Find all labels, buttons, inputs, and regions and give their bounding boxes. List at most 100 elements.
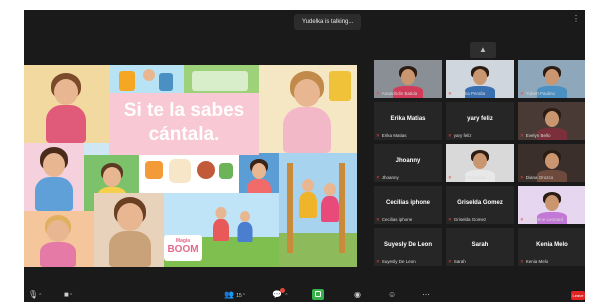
- participant-name-label: ✕ Anandridin Batida: [376, 91, 417, 97]
- participant-name-label: ✕ Yubert Paulino: [520, 91, 555, 97]
- participant-tile[interactable]: Suyesly De Leon ✕ Suyesly De Leon: [374, 228, 442, 266]
- participant-name-label: ✕ Jhoanny: [376, 175, 399, 181]
- muted-mic-icon: ✕: [376, 133, 380, 138]
- muted-mic-icon: ✕: [448, 91, 452, 96]
- participant-tile[interactable]: Sarah ✕ Sarah: [446, 228, 514, 266]
- participant-label-text: Cecilias iphone: [381, 217, 413, 222]
- muted-mic-icon: ✕: [448, 175, 452, 180]
- participant-display-name: Jhoanny: [395, 158, 421, 164]
- muted-mic-icon: ✕: [520, 175, 524, 180]
- collage-photo: [139, 155, 239, 193]
- mic-icon: 🎙: [28, 290, 39, 299]
- muted-mic-icon: ✕: [520, 259, 524, 264]
- chat-button[interactable]: 💬 ^: [272, 288, 288, 300]
- record-icon: ◉: [354, 290, 361, 299]
- participant-tile[interactable]: ✕ Evelyn Bello: [518, 102, 585, 140]
- participants-icon: 👥: [224, 290, 234, 299]
- collage-photo: [24, 211, 94, 267]
- muted-mic-icon: ✕: [520, 91, 524, 96]
- participant-label-text: Yudelka Peralta: [453, 91, 486, 96]
- collage-photo: [24, 65, 109, 143]
- zoom-meeting-window: Yudelka is talking... ⋮ Si te la sabes c…: [24, 10, 585, 302]
- video-button[interactable]: ■^: [64, 290, 72, 300]
- participant-tile[interactable]: Griselda Gomez ✕ Griselda Gomez: [446, 186, 514, 224]
- collage-photo: [24, 143, 84, 211]
- shared-screen: Si te la sabes cántala. Magia BOOM: [24, 65, 357, 267]
- reactions-button[interactable]: ☺: [388, 290, 396, 300]
- participant-label-text: Jhoanny: [381, 175, 399, 180]
- participant-tile[interactable]: ✕ Diana Orozco: [518, 144, 585, 182]
- participant-name-label: ✕ Diana Orozco: [520, 175, 553, 181]
- participant-tile[interactable]: Jhoanny ✕ Jhoanny: [374, 144, 442, 182]
- participant-label-text: Catherine Leonard: [525, 217, 564, 222]
- collage-photo: [94, 193, 164, 267]
- mic-button[interactable]: 🎙^: [28, 290, 42, 300]
- chevron-up-icon[interactable]: ^: [285, 293, 287, 299]
- magic-boom-logo: Magia BOOM: [164, 235, 202, 261]
- muted-mic-icon: ✕: [520, 133, 524, 138]
- muted-mic-icon: ✕: [376, 91, 380, 96]
- participant-name-label: ✕ Catherine Leonard: [520, 217, 563, 223]
- song-title-text: Si te la sabes cántala.: [123, 100, 245, 145]
- participant-tile[interactable]: ✕ Yudelka Peralta: [446, 60, 514, 98]
- video-camera-icon: ■: [64, 290, 69, 299]
- collage-photo: [259, 65, 357, 153]
- talking-indicator: Yudelka is talking...: [294, 14, 362, 30]
- participant-label-text: Griselda Gomez: [453, 217, 487, 222]
- participant-name-label: ✕ Yubeth Martinez: [448, 175, 486, 181]
- chevron-up-icon[interactable]: ^: [243, 293, 245, 299]
- participant-tile[interactable]: Cecilias iphone ✕ Cecilias iphone: [374, 186, 442, 224]
- meeting-toolbar: 🎙^ ■^ 👥 15^ 💬 ^ ◉ ☺ ⋯ Leave: [24, 288, 585, 302]
- participant-label-text: Diana Orozco: [525, 175, 554, 180]
- participant-display-name: yary feliz: [467, 116, 493, 122]
- participant-display-name: Kenia Melo: [536, 242, 568, 248]
- participant-name-label: ✕ Kenia Melo: [520, 259, 548, 265]
- participant-label-text: Suyesly De Leon: [381, 259, 416, 264]
- song-title-card: Si te la sabes cántala.: [109, 93, 259, 155]
- collapse-gallery-button[interactable]: ▲: [470, 42, 496, 58]
- more-button[interactable]: ⋯: [422, 290, 430, 300]
- muted-mic-icon: ✕: [376, 259, 380, 264]
- chevron-up-icon: ▲: [479, 45, 487, 54]
- muted-mic-icon: ✕: [376, 175, 380, 180]
- participant-tile[interactable]: ✕ Yubeth Martinez: [446, 144, 514, 182]
- participant-tile[interactable]: ✕ Catherine Leonard: [518, 186, 585, 224]
- participant-label-text: yary feliz: [453, 133, 472, 138]
- participant-display-name: Griselda Gomez: [457, 200, 503, 206]
- participant-tile[interactable]: ✕ Yubert Paulino: [518, 60, 585, 98]
- participant-label-text: Yubeth Martinez: [453, 175, 487, 180]
- participant-label-text: Anandridin Batida: [381, 91, 418, 96]
- record-button[interactable]: ◉: [354, 290, 361, 300]
- participant-tile[interactable]: ✕ Anandridin Batida: [374, 60, 442, 98]
- participants-button[interactable]: 👥 15^: [224, 290, 245, 300]
- participant-label-text: Evelyn Bello: [525, 133, 551, 138]
- participant-name-label: ✕ Sarah: [448, 259, 466, 265]
- muted-mic-icon: ✕: [448, 133, 452, 138]
- participants-count: 15: [236, 293, 242, 299]
- participant-display-name: Suyesly De Leon: [383, 242, 433, 248]
- participant-display-name: Sarah: [471, 242, 489, 248]
- participant-label-text: Yubert Paulino: [525, 91, 556, 96]
- participant-name-label: ✕ Cecilias iphone: [376, 217, 412, 223]
- participant-name-label: ✕ Evelyn Bello: [520, 133, 551, 139]
- chevron-up-icon[interactable]: ^: [39, 293, 41, 299]
- participant-tile[interactable]: Kenia Melo ✕ Kenia Melo: [518, 228, 585, 266]
- participant-tile[interactable]: yary feliz ✕ yary feliz: [446, 102, 514, 140]
- share-screen-button[interactable]: [312, 289, 324, 300]
- participant-name-label: ✕ Suyesly De Leon: [376, 259, 416, 265]
- participant-display-name: Erika Matias: [390, 116, 426, 122]
- chat-notification-badge: [280, 288, 285, 293]
- participant-tile[interactable]: Erika Matias ✕ Erika Matias: [374, 102, 442, 140]
- window-options-icon[interactable]: ⋮: [572, 14, 580, 23]
- participant-display-name: Cecilias iphone: [385, 200, 430, 206]
- participant-label-text: Erika Matias: [381, 133, 407, 138]
- reactions-icon: ☺: [388, 290, 397, 299]
- chevron-up-icon[interactable]: ^: [70, 293, 72, 299]
- participant-name-label: ✕ Yudelka Peralta: [448, 91, 485, 97]
- leave-button[interactable]: Leave: [571, 291, 585, 300]
- participant-name-label: ✕ Griselda Gomez: [448, 217, 486, 223]
- muted-mic-icon: ✕: [376, 217, 380, 222]
- participant-name-label: ✕ yary feliz: [448, 133, 472, 139]
- participant-label-text: Kenia Melo: [525, 259, 549, 264]
- muted-mic-icon: ✕: [448, 259, 452, 264]
